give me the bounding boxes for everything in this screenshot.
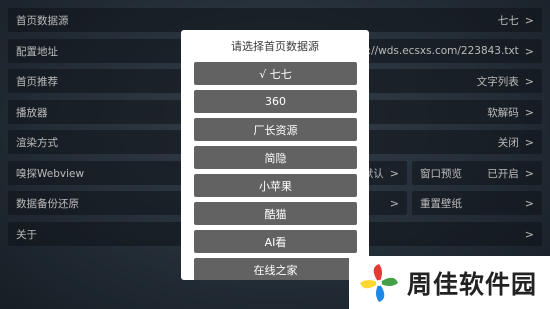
dialog-title: 请选择首页数据源 <box>231 40 319 53</box>
pinwheel-logo-icon <box>360 263 398 302</box>
source-option[interactable]: 简隐 <box>194 146 357 169</box>
source-option[interactable]: 小苹果 <box>194 174 357 197</box>
source-option-selected[interactable]: √ 七七 <box>194 62 357 85</box>
watermark-text: 周佳软件园 <box>407 269 538 299</box>
watermark: 周佳软件园 <box>349 256 550 309</box>
source-option[interactable]: 360 <box>194 90 357 113</box>
source-option[interactable]: AI看 <box>194 230 357 253</box>
source-option[interactable]: 酷猫 <box>194 202 357 225</box>
source-option[interactable]: 在线之家 <box>194 258 357 280</box>
source-option[interactable]: 厂长资源 <box>194 118 357 141</box>
source-select-dialog: 请选择首页数据源 √ 七七 360 厂长资源 简隐 小苹果 酷猫 AI看 在线之… <box>181 30 369 280</box>
